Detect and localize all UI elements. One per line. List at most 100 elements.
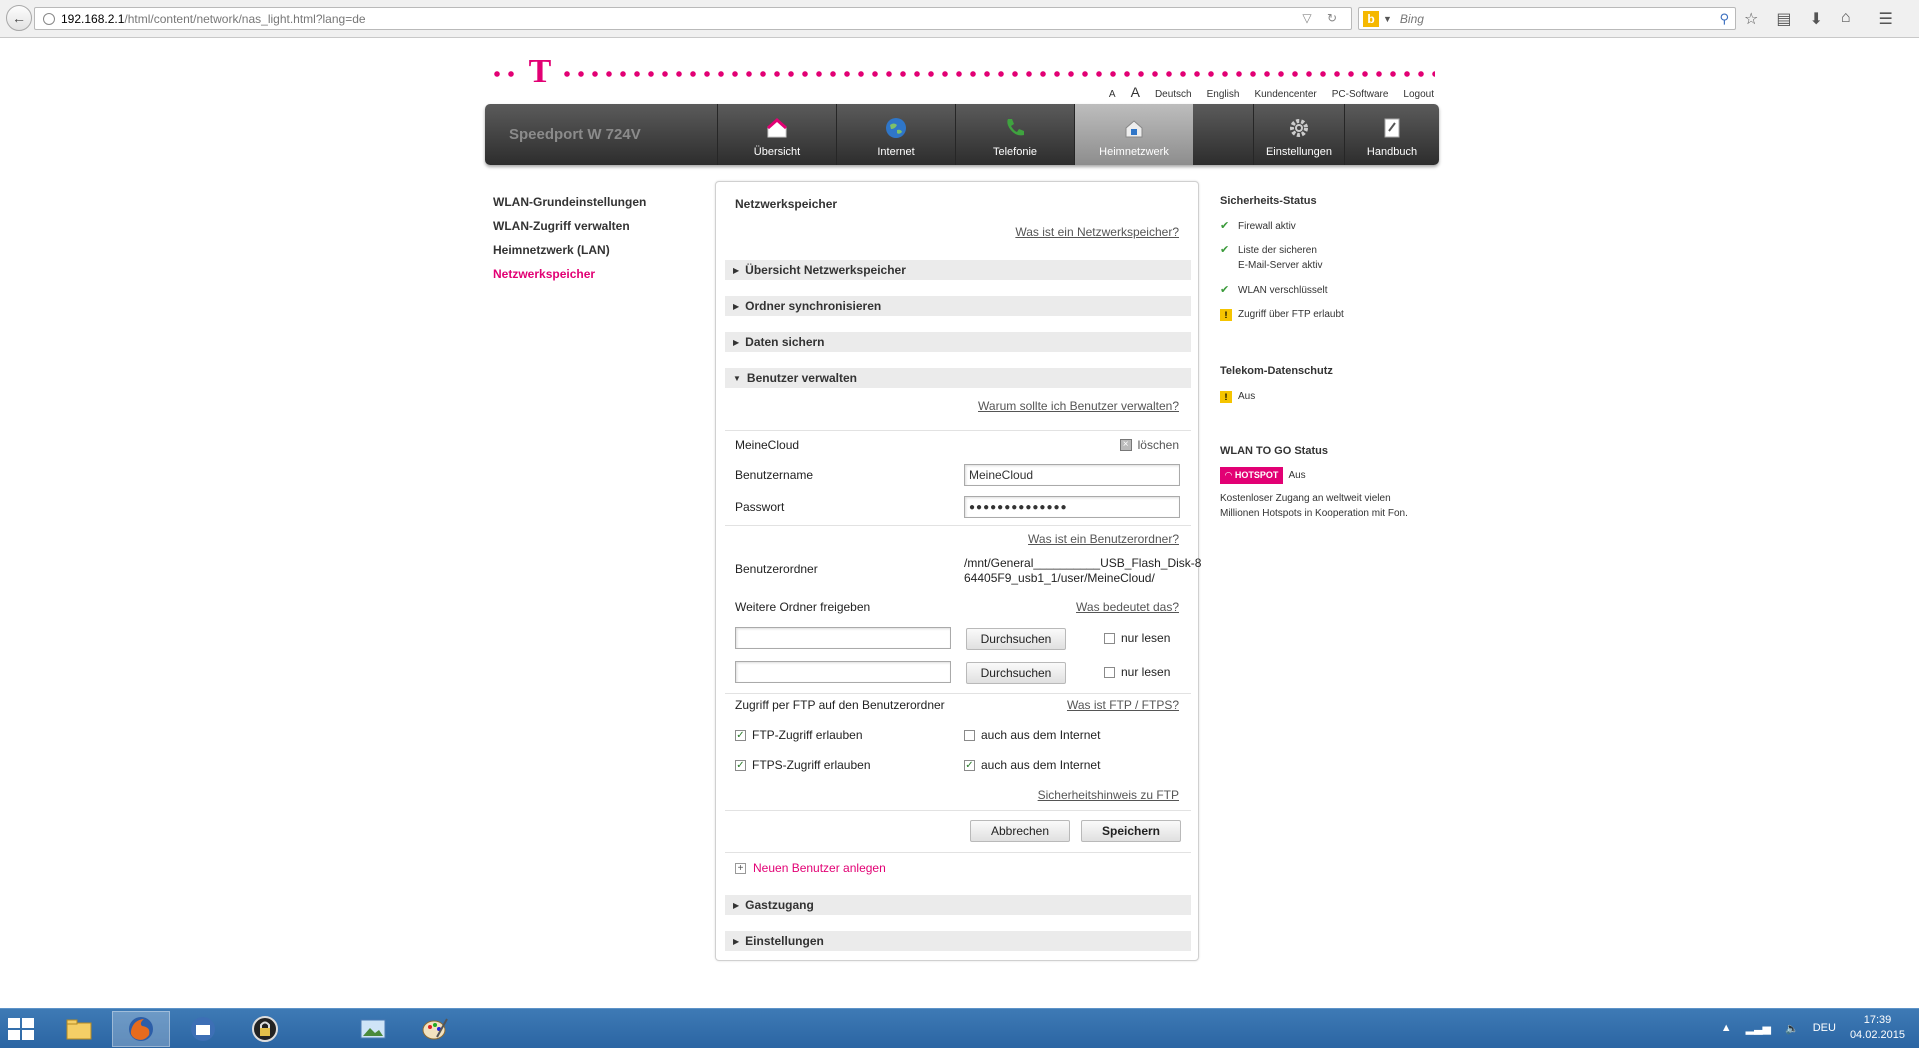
- delete-label: löschen: [1137, 438, 1179, 452]
- volume-icon[interactable]: 🔈: [1785, 1022, 1799, 1035]
- divider: [725, 430, 1191, 431]
- logout-link[interactable]: Logout: [1403, 89, 1434, 100]
- readonly-checkbox-2[interactable]: nur lesen: [1104, 665, 1170, 679]
- tab-label: Übersicht: [753, 146, 801, 158]
- tab-internet[interactable]: Internet: [836, 104, 955, 165]
- tab-handbuch[interactable]: Handbuch: [1344, 104, 1439, 165]
- paint-icon[interactable]: [406, 1011, 464, 1047]
- check-icon[interactable]: ✓: [735, 759, 746, 771]
- password-field[interactable]: ●●●●●●●●●●●●●●: [964, 496, 1180, 518]
- section-label: Benutzer verwalten: [746, 371, 857, 385]
- house-icon: [765, 116, 789, 140]
- username-field[interactable]: MeineCloud: [964, 464, 1180, 486]
- section-uebersicht[interactable]: ▶ Übersicht Netzwerkspeicher: [725, 260, 1191, 280]
- bookmark-star-icon[interactable]: ☆: [1744, 9, 1758, 29]
- download-icon[interactable]: ⬇: [1809, 9, 1822, 29]
- lang-deutsch-link[interactable]: Deutsch: [1155, 89, 1192, 100]
- checkbox-box[interactable]: [964, 729, 975, 741]
- section-label: Gastzugang: [745, 898, 814, 912]
- photo-viewer-icon[interactable]: [344, 1011, 402, 1047]
- bing-logo-icon[interactable]: b: [1363, 10, 1379, 27]
- more-folders-label: Weitere Ordner freigeben: [735, 600, 871, 614]
- home-icon[interactable]: ⌂: [1841, 9, 1851, 29]
- tab-label: Einstellungen: [1265, 146, 1333, 158]
- browse-button-2[interactable]: Durchsuchen: [966, 662, 1066, 684]
- kundencenter-link[interactable]: Kundencenter: [1254, 89, 1316, 100]
- status-hotspot: ◠ HOTSPOT Aus: [1220, 467, 1306, 484]
- back-arrow-icon[interactable]: ←: [6, 5, 32, 31]
- status-ftp: ! Zugriff über FTP erlaubt: [1220, 307, 1344, 322]
- help-link-benutzer[interactable]: Warum sollte ich Benutzer verwalten?: [978, 399, 1179, 413]
- font-large-button[interactable]: A: [1131, 84, 1140, 100]
- chevron-up-icon[interactable]: ▲: [1721, 1022, 1732, 1034]
- add-user-button[interactable]: + Neuen Benutzer anlegen: [735, 861, 886, 875]
- ftp-internet-checkbox[interactable]: auch aus dem Internet: [964, 728, 1100, 742]
- warning-icon: !: [1220, 391, 1232, 403]
- triangle-right-icon: ▶: [733, 265, 740, 275]
- status-text: Zugriff über FTP erlaubt: [1238, 309, 1344, 320]
- section-einstellungen[interactable]: ▶ Einstellungen: [725, 931, 1191, 951]
- triangle-right-icon: ▶: [733, 936, 740, 946]
- section-gastzugang[interactable]: ▶ Gastzugang: [725, 895, 1191, 915]
- help-link-ftp[interactable]: Was ist FTP / FTPS?: [1067, 698, 1179, 712]
- book-icon: [1380, 116, 1404, 140]
- save-button[interactable]: Speichern: [1081, 820, 1181, 842]
- tab-einstellungen[interactable]: Einstellungen: [1253, 104, 1344, 165]
- help-link-freigeben[interactable]: Was bedeutet das?: [1076, 600, 1179, 614]
- sidebar-item-heimnetzwerk-lan[interactable]: Heimnetzwerk (LAN): [493, 243, 646, 257]
- sidebar-item-netzwerkspeicher[interactable]: Netzwerkspeicher: [493, 267, 646, 281]
- reading-list-icon[interactable]: ▤: [1776, 9, 1791, 29]
- cancel-button[interactable]: Abbrechen: [970, 820, 1070, 842]
- url-bar[interactable]: 192.168.2.1/html/content/network/nas_lig…: [34, 7, 1352, 30]
- search-icon[interactable]: ⚲: [1719, 11, 1729, 27]
- close-icon: ×: [1119, 439, 1132, 451]
- checkbox-box[interactable]: [1104, 666, 1115, 678]
- tab-uebersicht[interactable]: Übersicht: [717, 104, 836, 165]
- check-icon: ✔: [1220, 284, 1230, 296]
- check-icon[interactable]: ✓: [735, 729, 746, 741]
- sidebar-item-wlan-grundeinstellungen[interactable]: WLAN-Grundeinstellungen: [493, 195, 646, 209]
- status-text-line-2: E-Mail-Server aktiv: [1238, 260, 1323, 271]
- browse-button-1[interactable]: Durchsuchen: [966, 628, 1066, 650]
- help-link-benutzerordner[interactable]: Was ist ein Benutzerordner?: [1028, 532, 1179, 546]
- clock[interactable]: 17:39 04.02.2015: [1850, 1013, 1905, 1043]
- firefox-icon[interactable]: [112, 1011, 170, 1047]
- help-link-netzwerkspeicher[interactable]: Was ist ein Netzwerkspeicher?: [1015, 225, 1179, 239]
- signal-icon[interactable]: ▂▃▅: [1746, 1022, 1771, 1035]
- section-daten-sichern[interactable]: ▶ Daten sichern: [725, 332, 1191, 352]
- delete-button[interactable]: × löschen: [1119, 438, 1179, 452]
- ftp-security-link[interactable]: Sicherheitshinweis zu FTP: [1038, 788, 1179, 802]
- font-small-button[interactable]: A: [1109, 89, 1116, 100]
- telekom-dotted-line: [490, 71, 1435, 77]
- tab-label: Handbuch: [1366, 146, 1418, 158]
- tab-telefonie[interactable]: Telefonie: [955, 104, 1074, 165]
- tab-heimnetzwerk[interactable]: Heimnetzwerk: [1074, 104, 1193, 165]
- explorer-icon[interactable]: [50, 1011, 108, 1047]
- chevron-down-icon[interactable]: ▼: [1383, 14, 1392, 24]
- readonly-checkbox-1[interactable]: nur lesen: [1104, 631, 1170, 645]
- menu-icon[interactable]: ☰: [1879, 9, 1893, 29]
- pc-software-link[interactable]: PC-Software: [1332, 89, 1389, 100]
- wifi-icon: ◠: [1225, 470, 1232, 480]
- section-ordner-sync[interactable]: ▶ Ordner synchronisieren: [725, 296, 1191, 316]
- section-label: Einstellungen: [745, 934, 824, 948]
- reload-icon[interactable]: ▽ ↻: [1302, 11, 1343, 25]
- folder-path-input-1[interactable]: [735, 627, 951, 649]
- windows-start-icon[interactable]: [8, 1018, 34, 1040]
- hotspot-badge: ◠ HOTSPOT: [1220, 467, 1284, 484]
- section-benutzer-verwalten[interactable]: ▼ Benutzer verwalten: [725, 368, 1191, 388]
- ftp-allow-checkbox[interactable]: ✓ FTP-Zugriff erlauben: [735, 728, 863, 742]
- warning-icon: !: [1220, 309, 1232, 321]
- input-language[interactable]: DEU: [1813, 1022, 1836, 1034]
- sidebar-item-wlan-zugriff[interactable]: WLAN-Zugriff verwalten: [493, 219, 646, 233]
- folder-path-input-2[interactable]: [735, 661, 951, 683]
- checkbox-box[interactable]: [1104, 632, 1115, 644]
- ftps-internet-checkbox[interactable]: ✓ auch aus dem Internet: [964, 758, 1100, 772]
- lang-english-link[interactable]: English: [1207, 89, 1240, 100]
- keepass-lock-icon[interactable]: [236, 1011, 294, 1047]
- status-text-line-1: Liste der sicheren: [1238, 245, 1317, 256]
- ftps-allow-checkbox[interactable]: ✓ FTPS-Zugriff erlauben: [735, 758, 871, 772]
- search-input[interactable]: b ▼ Bing ⚲: [1358, 7, 1736, 30]
- check-icon[interactable]: ✓: [964, 759, 975, 771]
- thunderbird-icon[interactable]: [174, 1011, 232, 1047]
